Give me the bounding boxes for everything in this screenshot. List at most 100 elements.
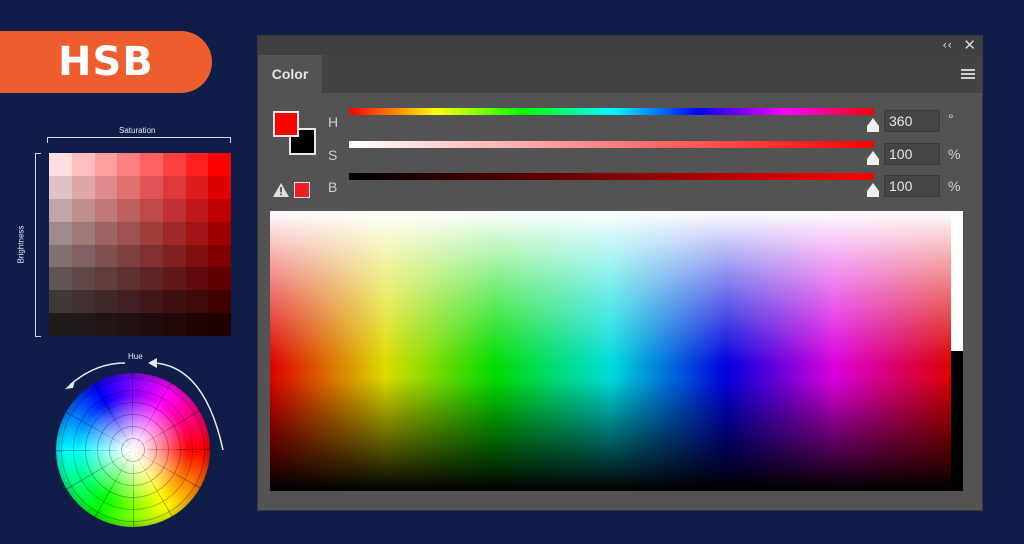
close-icon[interactable]: ✕ — [963, 36, 976, 54]
saturation-unit: % — [948, 146, 961, 162]
sat-grid-cell — [117, 267, 140, 291]
sat-grid-cell — [49, 244, 72, 268]
sat-grid-cell — [162, 175, 186, 199]
sat-grid-cell — [162, 313, 186, 336]
white-swatch-strip[interactable] — [951, 211, 963, 351]
sat-grid-cell — [208, 153, 231, 176]
sat-grid-cell — [117, 198, 140, 222]
brightness-unit: % — [948, 178, 961, 194]
sat-grid-cell — [71, 198, 95, 222]
sat-grid-cell — [49, 221, 72, 245]
sat-grid-cell — [117, 175, 140, 199]
sat-grid-cell — [71, 221, 95, 245]
brightness-slider[interactable] — [349, 173, 874, 180]
brightness-channel-label: B — [328, 179, 338, 195]
hue-channel-label: H — [328, 114, 339, 130]
sat-grid-cell — [117, 153, 140, 176]
hue-value-field[interactable]: 360 — [884, 110, 940, 132]
sat-grid-cell — [71, 244, 95, 268]
hue-wheel-segments — [56, 373, 210, 527]
sat-grid-cell — [140, 267, 163, 291]
sat-grid-cell — [140, 175, 163, 199]
sat-grid-cell — [162, 198, 186, 222]
panel-tab-bar: Color — [258, 55, 982, 93]
sat-grid-cell — [185, 198, 209, 222]
foreground-color-swatch[interactable] — [273, 111, 299, 137]
sat-grid-cell — [49, 290, 72, 314]
sat-grid-cell — [94, 153, 118, 176]
sat-grid-cell — [185, 267, 209, 291]
sat-grid-cell — [185, 244, 209, 268]
sat-grid-cell — [140, 221, 163, 245]
sat-grid-cell — [162, 153, 186, 176]
sat-grid-cell — [140, 153, 163, 176]
sat-grid-cell — [117, 313, 140, 336]
saturation-brightness-grid — [49, 153, 231, 336]
sat-grid-cell — [208, 290, 231, 314]
sat-grid-cell — [140, 244, 163, 268]
sat-grid-cell — [208, 267, 231, 291]
sat-grid-cell — [71, 175, 95, 199]
sat-grid-cell — [117, 290, 140, 314]
color-spectrum-ramp[interactable] — [270, 211, 951, 491]
sat-grid-cell — [94, 313, 118, 336]
saturation-slider-thumb[interactable] — [865, 150, 881, 166]
sat-grid-cell — [49, 153, 72, 176]
saturation-label: Saturation — [119, 126, 156, 135]
saturation-bracket — [47, 137, 231, 143]
sat-grid-cell — [208, 198, 231, 222]
double-chevron-left-icon[interactable]: ‹‹ — [942, 38, 952, 52]
sat-grid-cell — [208, 175, 231, 199]
sat-grid-cell — [49, 175, 72, 199]
sat-grid-cell — [185, 153, 209, 176]
saturation-value-field[interactable]: 100 — [884, 143, 940, 165]
brightness-label: Brightness — [16, 225, 26, 264]
hsb-badge-label: HSB — [58, 39, 154, 85]
sat-grid-cell — [208, 313, 231, 336]
saturation-slider[interactable] — [349, 141, 874, 148]
sat-grid-cell — [94, 244, 118, 268]
hue-unit: ° — [948, 111, 954, 127]
tab-color[interactable]: Color — [258, 55, 322, 93]
gamut-warning-swatch[interactable] — [294, 182, 310, 198]
sat-grid-cell — [71, 267, 95, 291]
sat-grid-cell — [117, 221, 140, 245]
sat-grid-cell — [185, 313, 209, 336]
sat-grid-cell — [94, 267, 118, 291]
warning-triangle-icon[interactable] — [272, 182, 290, 198]
saturation-channel-label: S — [328, 147, 338, 163]
sat-grid-cell — [71, 313, 95, 336]
color-panel: ‹‹ ✕ Color H 360 ° S 100 % B 100 % — [257, 35, 983, 511]
sat-grid-cell — [49, 198, 72, 222]
sat-grid-cell — [162, 244, 186, 268]
hue-slider[interactable] — [349, 108, 874, 115]
sat-grid-cell — [185, 290, 209, 314]
sat-grid-cell — [162, 221, 186, 245]
panel-title-bar[interactable]: ‹‹ ✕ — [258, 36, 982, 55]
sat-grid-cell — [94, 221, 118, 245]
hamburger-menu-icon[interactable] — [961, 69, 975, 80]
sat-grid-cell — [117, 244, 140, 268]
sat-grid-cell — [49, 313, 72, 336]
sat-grid-cell — [71, 153, 95, 176]
sat-grid-cell — [162, 290, 186, 314]
black-swatch-strip[interactable] — [951, 351, 963, 491]
sat-grid-cell — [94, 198, 118, 222]
sat-grid-cell — [71, 290, 95, 314]
sat-grid-cell — [49, 267, 72, 291]
sat-grid-cell — [140, 198, 163, 222]
brightness-slider-thumb[interactable] — [865, 182, 881, 198]
sat-grid-cell — [208, 221, 231, 245]
sat-grid-cell — [140, 313, 163, 336]
sat-grid-cell — [94, 175, 118, 199]
sat-grid-cell — [162, 267, 186, 291]
sat-grid-cell — [208, 244, 231, 268]
brightness-bracket — [35, 153, 41, 337]
sat-grid-cell — [185, 175, 209, 199]
sat-grid-cell — [185, 221, 209, 245]
sat-grid-cell — [140, 290, 163, 314]
hsb-badge: HSB — [0, 31, 212, 93]
brightness-value-field[interactable]: 100 — [884, 175, 940, 197]
sat-grid-cell — [94, 290, 118, 314]
hue-slider-thumb[interactable] — [865, 117, 881, 133]
